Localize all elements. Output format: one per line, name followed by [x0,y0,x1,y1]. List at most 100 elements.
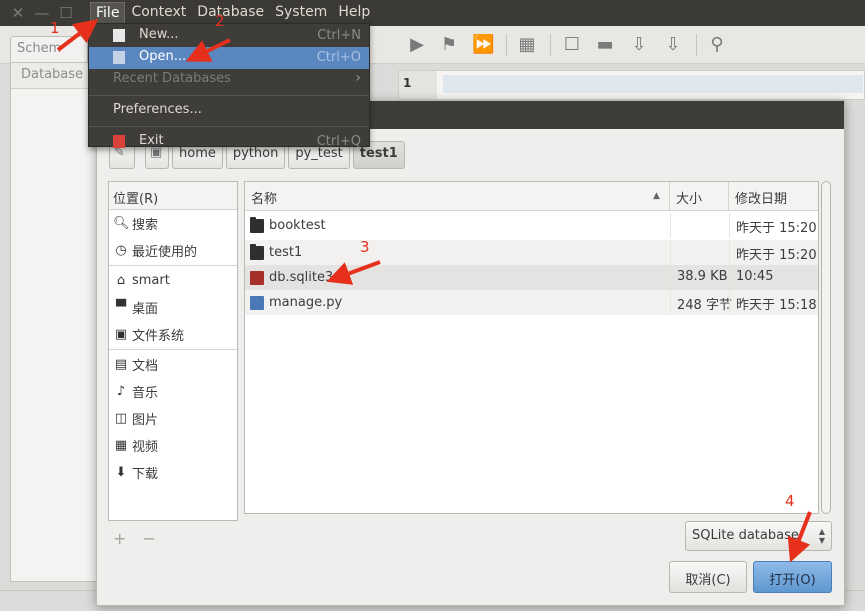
menu-help[interactable]: Help [333,2,375,24]
places-header: 位置(R) [109,182,237,210]
place-music[interactable]: ♪ 音乐 [109,378,237,405]
database-file-icon [250,270,264,285]
annotation-number: 1 [50,19,60,37]
clock-icon: ◷ [115,243,127,258]
exit-icon [113,135,125,148]
file-row[interactable]: db.sqlite3 38.9 KB 10:45 [245,265,818,290]
file-name: manage.py [269,295,343,310]
place-pictures[interactable]: ◫ 图片 [109,405,237,432]
add-place-button[interactable]: + [113,529,126,548]
file-size: 38.9 KB [670,265,729,290]
place-label: 图片 [132,413,159,428]
picture-icon: ◫ [114,411,128,426]
place-home[interactable]: ⌂ smart [109,267,237,294]
annotation-number: 4 [785,492,795,510]
place-recent[interactable]: ◷ 最近使用的 [109,237,237,264]
file-row[interactable]: test1 昨天于 15:20 [245,240,818,265]
toolbar-separator [696,34,697,56]
menu-divider [89,95,369,96]
annotation-number: 2 [215,12,225,30]
file-list: 名称 ▲ 大小 修改日期 booktest 昨天于 15:20 test1 昨天… [244,181,819,514]
menu-divider [89,126,369,127]
open-button[interactable]: 打开(O) [753,561,832,593]
python-file-icon [250,295,264,310]
file-menu-dropdown: New... Ctrl+N Open... Ctrl+O Recent Data… [88,23,370,149]
grid-cell[interactable] [443,75,863,93]
menu-shortcut: Ctrl+O [316,50,361,65]
scroll-thumb[interactable] [821,181,831,514]
run-all-icon[interactable]: ⏩ [472,34,494,56]
results-grid: 1 [398,70,865,100]
menu-item-exit[interactable]: Exit Ctrl+Q [89,131,369,153]
place-videos[interactable]: ▦ 视频 [109,432,237,459]
menu-database[interactable]: Database [192,2,269,24]
grid-row-number: 1 [399,71,437,99]
menu-item-label: New... [139,27,179,42]
place-label: 文档 [132,359,159,374]
search-icon: 🔍︎ [113,216,130,231]
menu-item-label: Exit [139,133,164,148]
place-label: 下载 [132,467,159,482]
column-header-name[interactable]: 名称 [245,182,670,210]
menu-shortcut: Ctrl+Q [316,134,361,149]
file-size: 248 字节 [670,290,732,315]
open-folder-icon [113,51,125,64]
place-label: smart [132,273,170,288]
submenu-arrow-icon: › [355,70,361,86]
column-header-modified[interactable]: 修改日期 [729,182,820,210]
cancel-button[interactable]: 取消(C) [669,561,747,593]
music-icon: ♪ [116,384,126,399]
place-label: 视频 [132,440,159,455]
file-modified: 昨天于 15:18 [729,290,820,315]
file-row[interactable]: booktest 昨天于 15:20 [245,213,818,238]
desktop-icon: ▀ [116,300,126,315]
menu-file[interactable]: File [90,2,126,24]
places-sidebar: 位置(R) 🔍︎ 搜索 ◷ 最近使用的 ⌂ smart ▀ 桌面 ▣ 文件系统 ▤ 文档 ♪… [108,181,238,521]
divider [109,349,237,350]
remove-place-button[interactable]: − [142,529,155,548]
file-modified: 昨天于 15:20 [729,240,820,265]
menu-item-label: Recent Databases [113,71,231,86]
tab-schema[interactable]: Schem [10,36,88,62]
place-documents[interactable]: ▤ 文档 [109,351,237,378]
open-folder-icon[interactable]: ▬ [594,34,616,56]
table-icon[interactable]: ▦ [516,34,538,56]
place-search[interactable]: 🔍︎ 搜索 [109,210,237,237]
file-name: test1 [269,245,303,260]
close-icon[interactable]: ✕ [6,4,30,22]
run-icon[interactable]: ▶ [406,34,428,56]
toolbar-separator [506,34,507,56]
sort-ascending-icon: ▲ [653,191,660,201]
video-icon: ▦ [114,438,128,453]
search-icon[interactable]: ⚲ [706,34,728,56]
place-label: 音乐 [132,386,159,401]
menu-context[interactable]: Context [126,2,191,24]
file-row[interactable]: manage.py 248 字节 昨天于 15:18 [245,290,818,315]
places-add-remove: + − [113,529,172,548]
column-label: 名称 [251,192,278,207]
explain-icon[interactable]: ⚑ [438,34,460,56]
menu-item-recent-databases[interactable]: Recent Databases › [89,69,369,91]
open-file-dialog: ✎ ▣ home python py_test test1 位置(R) 🔍︎ 搜索… [96,100,845,606]
toolbar-separator [550,34,551,56]
place-label: 搜索 [132,218,159,233]
menu-item-new[interactable]: New... Ctrl+N [89,25,369,47]
file-list-header: 名称 ▲ 大小 修改日期 [245,182,818,211]
place-downloads[interactable]: ⬇ 下载 [109,459,237,486]
new-file-icon[interactable]: ☐ [561,34,583,56]
column-header-size[interactable]: 大小 [670,182,729,210]
folder-icon [250,216,264,233]
menu-item-label: Preferences... [113,102,202,117]
menu-system[interactable]: System [270,2,332,24]
download-icon: ⬇ [115,465,127,480]
annotation-number: 3 [360,238,370,256]
file-list-scrollbar[interactable] [821,181,831,514]
save-as-icon[interactable]: ⇩ [662,34,684,56]
place-desktop[interactable]: ▀ 桌面 [109,294,237,321]
folder-icon [250,243,264,260]
save-icon[interactable]: ⇩ [628,34,650,56]
place-filesystem[interactable]: ▣ 文件系统 [109,321,237,348]
file-type-filter[interactable]: SQLite database ▲ ▼ [685,521,832,551]
menu-item-preferences[interactable]: Preferences... [89,100,369,122]
menu-item-open[interactable]: Open... Ctrl+O [89,47,369,69]
